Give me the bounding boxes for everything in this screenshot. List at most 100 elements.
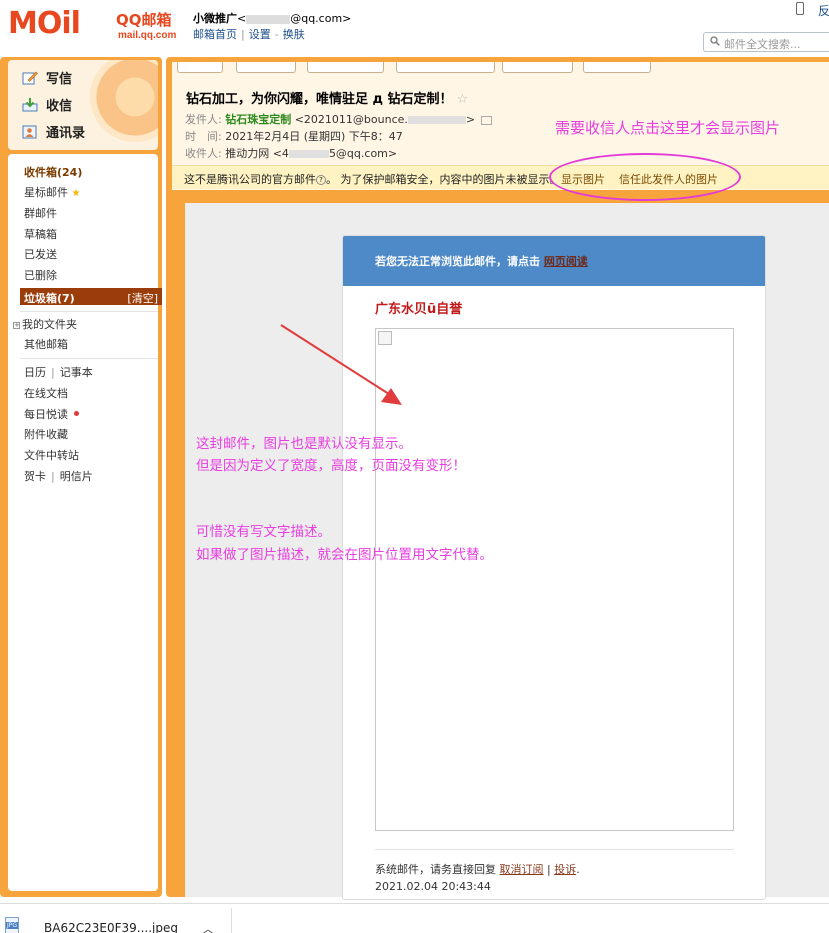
folder-junk[interactable]: 垃圾箱(7) [清空] xyxy=(20,288,162,305)
account-email-end: @qq.com> xyxy=(290,12,352,25)
compose-icon xyxy=(22,71,38,85)
toolbar-button-2[interactable] xyxy=(236,62,296,73)
chevron-up-icon[interactable]: ︿ xyxy=(202,920,214,933)
email-content-card: 若您无法正常浏览此邮件，请点击 网页阅读 广东水贝ū自誉 系统邮件，请务直接回复… xyxy=(342,235,766,900)
online-docs-link[interactable]: 在线文档 xyxy=(24,385,68,401)
to-label: 收件人: xyxy=(185,147,222,160)
time-value: 2021年2月4日 (星期四) 下午8：47 xyxy=(225,130,403,143)
search-input[interactable]: 邮件全文搜索... xyxy=(703,32,829,52)
sender-address: <2021011@bounce. > xyxy=(294,113,476,126)
from-row: 发件人: 钻石珠宝定制 <2021011@bounce. > xyxy=(185,111,493,127)
contacts-icon xyxy=(22,125,37,139)
jpeg-file-icon: JPG xyxy=(5,917,19,933)
sidebar-actions: 写信 收信 通讯录 xyxy=(8,60,158,150)
link-skin[interactable]: 换肤 xyxy=(283,28,305,41)
file-transfer-link[interactable]: 文件中转站 xyxy=(24,447,79,463)
search-placeholder: 邮件全文搜索... xyxy=(724,38,801,51)
footer-date: 2021.02.04 20:43:44 xyxy=(375,880,491,893)
top-links: 邮箱首页 | 设置 - 换肤 xyxy=(193,28,305,41)
toolbar-button-back[interactable] xyxy=(177,62,223,73)
footer-text: 系统邮件，请务直接回复 xyxy=(375,863,496,876)
expand-icon[interactable]: + xyxy=(13,322,20,329)
star-toggle-icon[interactable]: ☆ xyxy=(457,92,469,107)
annotation-top: 需要收信人点击这里才会显示图片 xyxy=(555,119,781,137)
link-settings[interactable]: 设置 xyxy=(249,28,271,41)
broken-image-icon xyxy=(378,331,392,345)
image-placeholder xyxy=(375,328,734,831)
footer-end: . xyxy=(576,863,580,876)
clear-junk-button[interactable]: [清空] xyxy=(127,290,158,306)
daily-read-link[interactable]: 每日悦读 xyxy=(24,406,79,422)
calendar-link[interactable]: 日历 xyxy=(24,366,46,379)
unsubscribe-link[interactable]: 取消订阅 xyxy=(500,863,544,876)
toolbar-button-4[interactable] xyxy=(396,62,495,73)
time-row: 时 间: 2021年2月4日 (星期四) 下午8：47 xyxy=(185,128,403,144)
folder-sent[interactable]: 已发送 xyxy=(24,246,57,262)
logo-brand: QQ邮箱 xyxy=(116,11,172,29)
mobile-icon[interactable] xyxy=(796,2,804,15)
masked-email xyxy=(246,14,291,24)
download-filename[interactable]: BA62C23E0F39....jpeg xyxy=(44,921,178,933)
highlight-ellipse xyxy=(549,153,741,201)
folder-deleted[interactable]: 已删除 xyxy=(24,267,57,283)
qq-mail-logo[interactable]: MOil QQ邮箱 mail.qq.com xyxy=(8,6,180,46)
folder-list: 收件箱(24) 星标邮件 ★ 群邮件 草稿箱 已发送 已删除 垃圾箱(7) [清… xyxy=(8,154,162,891)
warning-text: 这不是腾讯公司的官方邮件?。 为了保护邮箱安全，内容中的图片未被显示。 xyxy=(184,173,561,186)
annotation-line-4: 如果做了图片描述，就会在图片位置用文字代替。 xyxy=(196,547,493,563)
inbox-icon xyxy=(22,98,38,112)
qq-mail-window: MOil QQ邮箱 mail.qq.com 小微推广< @qq.com> 邮箱首页… xyxy=(0,0,829,933)
toolbar-button-3[interactable] xyxy=(307,62,384,73)
web-read-link[interactable]: 网页阅读 xyxy=(544,255,588,268)
annotation-line-1: 这封邮件，图片也是默认没有显示。 xyxy=(196,436,412,452)
folder-group[interactable]: 群邮件 xyxy=(24,205,57,221)
contact-card-icon[interactable] xyxy=(481,115,493,125)
email-footer: 系统邮件，请务直接回复 取消订阅 | 投诉. xyxy=(375,863,580,876)
to-row: 收件人: 推动力网 <4 5@qq.com> xyxy=(185,145,397,161)
greeting-card-link[interactable]: 贺卡 xyxy=(24,470,46,483)
receive-button[interactable]: 收信 xyxy=(22,95,72,114)
report-link[interactable]: 投诉 xyxy=(554,863,576,876)
sender-name[interactable]: 钻石珠宝定制 xyxy=(225,113,291,126)
annotation-line-2: 但是因为定义了宽度，高度，页面没有变形！ xyxy=(196,458,466,474)
search-icon xyxy=(710,36,720,46)
orange-decoration xyxy=(90,60,158,142)
folder-junk-label: 垃圾箱(7) xyxy=(24,292,75,305)
toolbar-button-5[interactable] xyxy=(502,62,573,73)
contacts-button[interactable]: 通讯录 xyxy=(22,122,85,141)
time-label: 时 间: xyxy=(185,130,222,143)
email-heading: 广东水贝ū自誉 xyxy=(375,302,463,317)
mail-subject-text: 钻石加工，为你闪耀，唯情驻足 д 钻石定制！ xyxy=(186,92,453,107)
logo-url: mail.qq.com xyxy=(118,30,177,41)
folder-starred[interactable]: 星标邮件 ★ xyxy=(24,184,80,200)
recipient-name: 推动力网 xyxy=(225,147,270,160)
compose-button[interactable]: 写信 xyxy=(22,68,72,87)
mail-subject: 钻石加工，为你闪耀，唯情驻足 д 钻石定制！ ☆ xyxy=(186,88,468,107)
unread-dot xyxy=(74,411,79,416)
daily-read-label: 每日悦读 xyxy=(24,408,68,421)
contacts-label: 通讯录 xyxy=(46,126,86,141)
account-info: 小微推广< @qq.com> xyxy=(193,10,351,26)
tools-row-1: 日历 | 记事本 xyxy=(24,366,93,379)
my-folders-label: 我的文件夹 xyxy=(22,318,77,331)
recipient-address: <4 5@qq.com> xyxy=(272,147,398,160)
attachments-link[interactable]: 附件收藏 xyxy=(24,426,68,442)
notes-link[interactable]: 记事本 xyxy=(60,366,93,379)
logo-mark: MOil xyxy=(8,6,81,41)
help-icon[interactable]: ? xyxy=(316,175,326,185)
link-mail-home[interactable]: 邮箱首页 xyxy=(193,28,237,41)
other-mailboxes[interactable]: 其他邮箱 xyxy=(24,336,68,352)
compose-label: 写信 xyxy=(46,72,73,87)
star-icon: ★ xyxy=(71,188,81,199)
my-folders[interactable]: + 我的文件夹 xyxy=(13,316,77,332)
annotation-line-3: 可惜没有写文字描述。 xyxy=(196,524,331,540)
postcard-link[interactable]: 明信片 xyxy=(60,470,93,483)
account-email-start: < xyxy=(237,12,247,25)
toolbar-button-6[interactable] xyxy=(583,62,651,73)
browser-hint-banner: 若您无法正常浏览此邮件，请点击 网页阅读 xyxy=(343,236,765,286)
download-bar: JPG BA62C23E0F39....jpeg ︿ xyxy=(0,903,829,933)
feedback-link[interactable]: 反 xyxy=(818,2,829,19)
folder-drafts[interactable]: 草稿箱 xyxy=(24,226,57,242)
folder-inbox[interactable]: 收件箱(24) xyxy=(24,164,82,180)
folder-starred-label: 星标邮件 xyxy=(24,186,68,199)
browser-hint-text: 若您无法正常浏览此邮件，请点击 xyxy=(375,255,540,268)
